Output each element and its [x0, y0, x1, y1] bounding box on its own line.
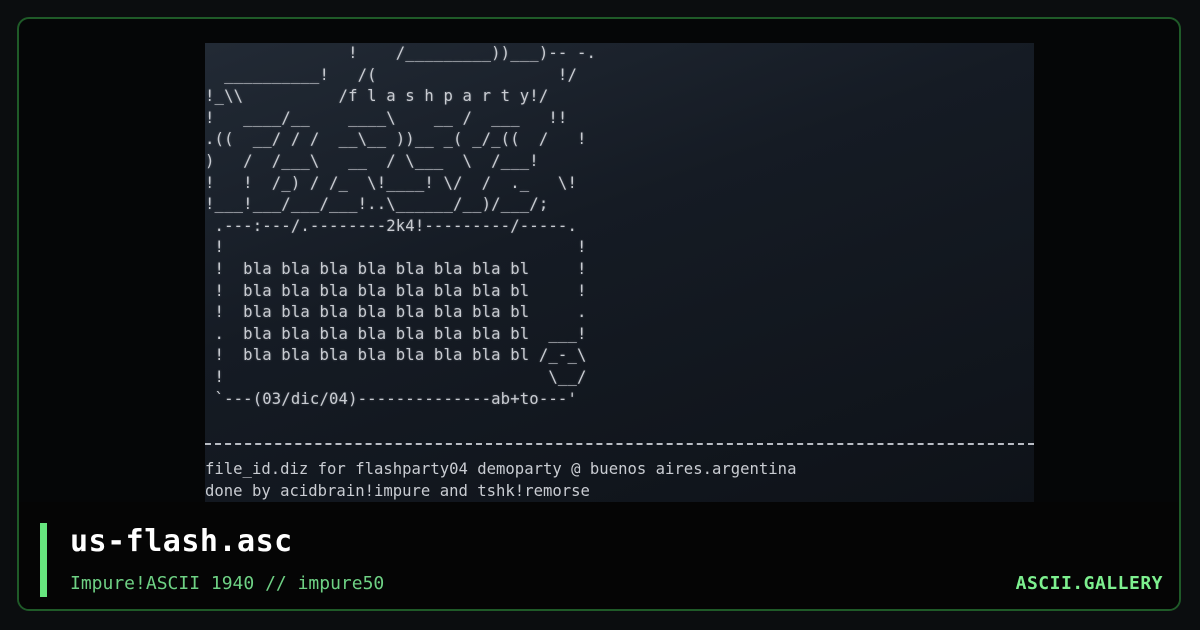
ascii-preview: ! /_________))___)-- -. __________! /( !… [205, 43, 1034, 519]
ascii-art: ! /_________))___)-- -. __________! /( !… [205, 44, 597, 408]
accent-bar [40, 523, 47, 597]
site-brand[interactable]: ASCII.GALLERY [1016, 573, 1163, 594]
artwork-subtitle: Impure!ASCII 1940 // impure50 [70, 573, 385, 594]
artwork-title: us-flash.asc [70, 524, 293, 559]
footer: us-flash.asc Impure!ASCII 1940 // impure… [19, 502, 1179, 609]
card-frame: ! /_________))___)-- -. __________! /( !… [17, 17, 1181, 611]
dashed-divider [205, 443, 1034, 445]
file-info: file_id.diz for flashparty04 demoparty @… [205, 460, 797, 500]
